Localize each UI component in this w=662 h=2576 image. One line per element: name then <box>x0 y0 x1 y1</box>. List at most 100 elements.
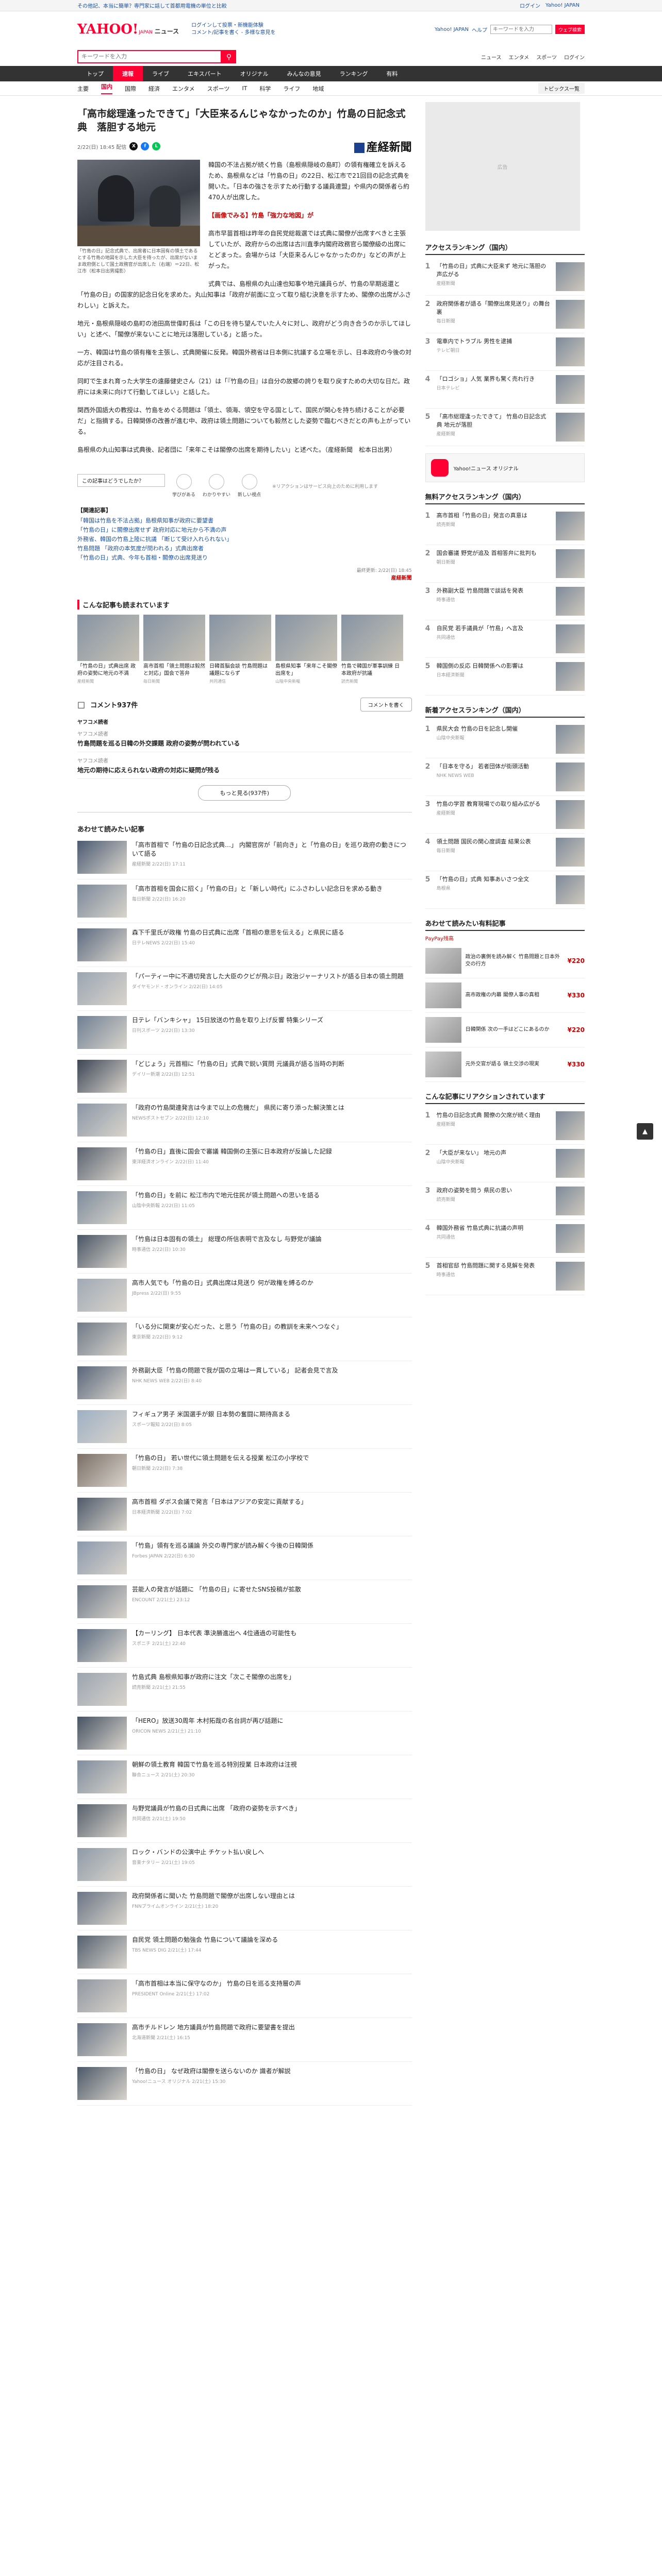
ranking-item[interactable]: 4 自民党 若手議員が「竹島」へ言及 共同通信 <box>425 620 585 658</box>
category-tab-7[interactable]: 科学 <box>259 84 271 93</box>
feed-item[interactable]: 「HERO」放送30周年 木村拓哉の名台詞が再び話題に ORICON NEWS 2… <box>77 1711 412 1755</box>
paid-item[interactable]: 高市政権の内幕 閣僚人事の真相 ¥330 <box>425 978 585 1013</box>
ranking-item[interactable]: 4 領土問題 国民の関心度調査 結果公表 毎日新聞 <box>425 834 585 871</box>
facebook-share-icon[interactable]: f <box>141 142 150 150</box>
ranking-item[interactable]: 3 外務副大臣 竹島問題で談話を発表 時事通信 <box>425 583 585 620</box>
feed-item[interactable]: 芸能人の発言が話題に 「竹島の日」に寄せたSNS投稿が拡散 ENCOUNT 2/2… <box>77 1580 412 1624</box>
help-link[interactable]: ヘルプ <box>472 26 487 33</box>
feed-item[interactable]: フィギュア男子 米国選手が銀 日本勢の奮闘に期待高まる スポーツ報知 2/22(日… <box>77 1405 412 1449</box>
ranking-item[interactable]: 4 韓国外務省 竹島式典に抗議の声明 共同通信 <box>425 1220 585 1258</box>
feed-item[interactable]: 高市人気でも「竹島の日」式典出席は見送り 何が政権を縛るのか JBpress 2/… <box>77 1274 412 1317</box>
feed-item[interactable]: 「高市首相で「竹島の日記念式典…」 内閣官房が「前向き」と「竹島の日」を巡り政府… <box>77 836 412 879</box>
ranking-item[interactable]: 4 「ロゴショ」人気 業界も驚く売れ行き 日本テレビ <box>425 371 585 409</box>
util-link-2[interactable]: Yahoo! JAPAN <box>545 3 580 8</box>
ranking-item[interactable]: 3 竹島の学習 教育現場での取り組み広がる 産経新聞 <box>425 796 585 834</box>
category-tab-6[interactable]: IT <box>242 85 247 92</box>
publisher-logo[interactable]: 産経新聞 <box>354 138 412 155</box>
ranking-item[interactable]: 2 「日本を守る」 若者団体が街頭活動 NHK NEWS WEB <box>425 758 585 796</box>
ranking-item[interactable]: 3 電車内でトラブル 男性を逮捕 テレビ朝日 <box>425 333 585 371</box>
category-tab-3[interactable]: 経済 <box>148 84 160 93</box>
related-link[interactable]: 外務省、韓国の竹島上陸に抗議 「断じて受け入れられない」 <box>77 535 412 544</box>
category-tab-2[interactable]: 国際 <box>125 84 136 93</box>
category-tab-1[interactable]: 国内 <box>101 82 112 94</box>
header-link-1[interactable]: コメント/記事を書く - 多様な意見を <box>191 30 275 36</box>
feed-item[interactable]: 森下千里氏が政権 竹島の日式典に出席「首相の意思を伝える」と県民に語る 日テレNE… <box>77 923 412 967</box>
reaction-learn[interactable]: 学びがある <box>172 474 195 498</box>
ranking-item[interactable]: 3 政府の姿勢を問う 県民の思い 読売新聞 <box>425 1182 585 1220</box>
feed-item[interactable]: 「竹島」領有を巡る議論 外交の専門家が読み解く今後の日韓関係 Forbes JAP… <box>77 1536 412 1580</box>
reaction-clear[interactable]: わかりやすい <box>203 474 230 498</box>
feed-item[interactable]: 「竹島の日」を前に 松江市内で地元住民が領土問題への思いを語る 山陰中央新報 2/… <box>77 1186 412 1230</box>
topics-list-button[interactable]: トピックス一覧 <box>538 83 585 94</box>
util-link-0[interactable]: その他記、本当に簡単？専門家に話して首都用電機の単位と比較 <box>77 2 227 9</box>
write-comment-button[interactable]: コメントを書く <box>360 698 412 711</box>
category-tab-9[interactable]: 地域 <box>312 84 324 93</box>
tab-1[interactable]: 速報 <box>113 66 143 81</box>
related-link[interactable]: 「竹島の日」式典、今年も首相・閣僚の出席見送り <box>77 553 412 563</box>
feed-item[interactable]: 政府関係者に聞いた 竹島問題で閣僚が出席しない理由とは FNNプライムオンライン … <box>77 1887 412 1930</box>
feed-item[interactable]: 「パーティー中に不適切発言した大臣のクビが飛ぶ日」政治ジャーナリストが語る日本の… <box>77 967 412 1011</box>
ranking-item[interactable]: 1 「竹島の日」式典に大臣来ず 地元に落胆の声広がる 産経新聞 <box>425 258 585 296</box>
feed-item[interactable]: 竹島式典 島根県知事が政府に注文「次こそ閣僚の出席を」 読売新聞 2/21(土) … <box>77 1668 412 1711</box>
comment-item[interactable]: ヤフコメ読者 地元の期待に応えられない政府の対応に疑問が残る <box>77 752 412 779</box>
ranking-item[interactable]: 1 県民大会 竹島の日を記念し開催 山陰中央新報 <box>425 721 585 758</box>
more-comments-button[interactable]: もっと見る(937件) <box>198 785 291 801</box>
util-link-1[interactable]: ログイン <box>520 2 540 9</box>
feed-item[interactable]: 高市首相 ダボス会議で発言「日本はアジアの安定に貢献する」 日本経済新聞 2/22… <box>77 1493 412 1536</box>
feed-item[interactable]: 与野党議員が竹島の日式典に出席 「政府の姿勢を示すべき」 共同通信 2/21(土)… <box>77 1799 412 1843</box>
sr-link-3[interactable]: ログイン <box>564 53 585 61</box>
article-photo[interactable] <box>77 160 200 246</box>
tab-3[interactable]: エキスパート <box>178 66 231 81</box>
feed-item[interactable]: 「高市首相は本当に保守なのか」 竹島の日を巡る支持層の声 PRESIDENT On… <box>77 1974 412 2018</box>
ranking-item[interactable]: 1 高市首相「竹島の日」発言の真意は 読売新聞 <box>425 507 585 545</box>
feed-item[interactable]: 「いる分に関東が安心だった、と思う「竹島の日」の教訓を未来へつなぐ」 東京新聞 2… <box>77 1317 412 1361</box>
related-link[interactable]: 竹島問題 「政府の本気度が問われる」式典出席者 <box>77 544 412 553</box>
comment-item[interactable]: ヤフコメ読者 竹島問題を巡る日韓の外交課題 政府の姿勢が問われている <box>77 725 412 752</box>
sr-link-2[interactable]: スポーツ <box>536 53 557 61</box>
feed-item[interactable]: 日テレ「バンキシャ」 15日放送の竹島を取り上げ反響 特集シリーズ 日刊スポーツ … <box>77 1011 412 1055</box>
paid-item[interactable]: 日韓関係 次の一手はどこにあるのか ¥220 <box>425 1013 585 1047</box>
feed-item[interactable]: 「高市首相を国会に招く」「竹島の日」と「新しい時代」にふさわしい記念日を求める動… <box>77 879 412 923</box>
tab-7[interactable]: 有料 <box>377 66 407 81</box>
ranking-item[interactable]: 2 「大臣が来ない」 地元の声 山陰中央新報 <box>425 1145 585 1182</box>
search-icon[interactable]: ⚲ <box>222 50 236 63</box>
paid-item[interactable]: 元外交官が語る 領土交渉の現実 ¥330 <box>425 1047 585 1082</box>
feed-item[interactable]: 「どじょう」元首相に「竹島の日」式典で鋭い質問 元議員が語る当時の判断 デイリー新… <box>77 1055 412 1098</box>
reaction-new[interactable]: 新しい視点 <box>238 474 261 498</box>
publisher-more-link[interactable]: 産経新聞 <box>77 573 412 581</box>
ranking-item[interactable]: 2 国会審議 野党が追及 首相答弁に批判も 朝日新聞 <box>425 545 585 583</box>
feed-item[interactable]: ロック・バンドの公演中止 チケット払い戻しへ 音楽ナタリー 2/21(土) 19:… <box>77 1843 412 1887</box>
feed-item[interactable]: 自民党 領土問題の勉強会 竹島について議論を深める TBS NEWS DIG 2/… <box>77 1930 412 1974</box>
feed-item[interactable]: 「竹島の日」 若い世代に領土問題を伝える授業 松江の小学校で 朝日新聞 2/22(… <box>77 1449 412 1493</box>
recommended-card[interactable]: 島根県知事「来年こそ閣僚出席を」 山陰中央新報 <box>275 615 337 684</box>
sr-link-0[interactable]: ニュース <box>481 53 502 61</box>
page-top-button[interactable]: ▲ <box>637 1123 653 1140</box>
news-search-input[interactable] <box>77 50 222 63</box>
line-share-icon[interactable]: L <box>152 142 161 150</box>
original-promo[interactable]: Yahoo!ニュース オリジナル <box>425 453 585 482</box>
yahoo-top-link[interactable]: Yahoo! JAPAN <box>435 27 469 32</box>
category-tab-5[interactable]: スポーツ <box>207 84 230 93</box>
tab-5[interactable]: みんなの意見 <box>278 66 330 81</box>
recommended-card[interactable]: 竹島で韓国が軍事訓練 日本政府が抗議 読売新聞 <box>341 615 403 684</box>
x-share-icon[interactable]: X <box>129 142 138 150</box>
feed-item[interactable]: 「竹島の日」 なぜ政府は閣僚を送らないのか 識者が解説 Yahoo!ニュース オリ… <box>77 2062 412 2106</box>
recommended-card[interactable]: 日韓首脳会談 竹島問題は議題にならず 共同通信 <box>209 615 271 684</box>
ranking-item[interactable]: 2 政府関係者が語る「閣僚出席見送り」の舞台裏 毎日新聞 <box>425 296 585 333</box>
feed-item[interactable]: 「竹島は日本固有の領土」 総理の所信表明で言及なし 与野党が議論 時事通信 2/2… <box>77 1230 412 1274</box>
ranking-item[interactable]: 5 首相官邸 竹島問題に関する見解を発表 時事通信 <box>425 1258 585 1295</box>
category-tab-8[interactable]: ライフ <box>283 84 300 93</box>
ranking-item[interactable]: 5 「竹島の日」式典 知事あいさつ全文 島根県 <box>425 871 585 909</box>
web-search-button[interactable]: ウェブ検索 <box>555 25 585 34</box>
feed-item[interactable]: 朝鮮の領土教育 韓国で竹島を巡る特別授業 日本政府は注視 聯合ニュース 2/21(… <box>77 1755 412 1799</box>
ad-slot[interactable]: 広告 <box>425 102 580 231</box>
yahoo-logo[interactable]: YAHOO! JAPAN ニュース <box>77 22 179 37</box>
feed-item[interactable]: 外務副大臣「竹島の問題で我が国の立場は一貫している」 記者会見で言及 NHK NE… <box>77 1361 412 1405</box>
feed-item[interactable]: 「竹島の日」直後に国会で審議 韓国側の主張に日本政府が反論した記録 東洋経済オンラ… <box>77 1142 412 1186</box>
tab-0[interactable]: トップ <box>77 66 113 81</box>
header-link-0[interactable]: ログインして投票・新機能体験 <box>191 23 263 28</box>
feed-item[interactable]: 高市チルドレン 地方議員が竹島問題で政府に要望書を提出 北海道新聞 2/21(土)… <box>77 2018 412 2062</box>
tab-2[interactable]: ライブ <box>143 66 178 81</box>
ranking-item[interactable]: 1 竹島の日記念式典 閣僚の欠席が続く理由 産経新聞 <box>425 1107 585 1145</box>
feed-item[interactable]: 「政府の竹島関連発言は今まで以上の危機だ」 県民に寄り添った解決策とは NEWSポ… <box>77 1098 412 1142</box>
